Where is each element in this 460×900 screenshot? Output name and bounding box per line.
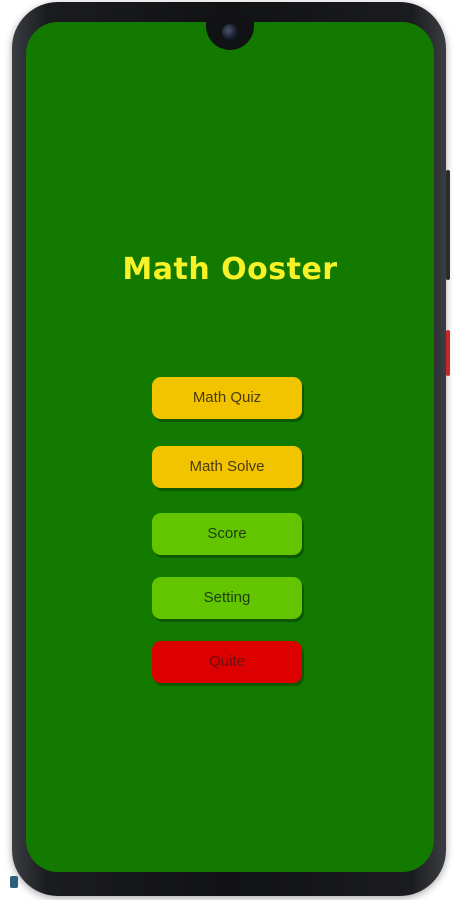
setting-button[interactable]: Setting [152,577,302,619]
quite-button[interactable]: Quite [152,641,302,683]
edge-mark [10,876,18,888]
volume-button [446,330,450,376]
score-button[interactable]: Score [152,513,302,555]
math-solve-button[interactable]: Math Solve [152,446,302,488]
camera-icon [222,24,238,40]
math-quiz-button[interactable]: Math Quiz [152,377,302,419]
app-title: Math Ooster [122,252,338,287]
